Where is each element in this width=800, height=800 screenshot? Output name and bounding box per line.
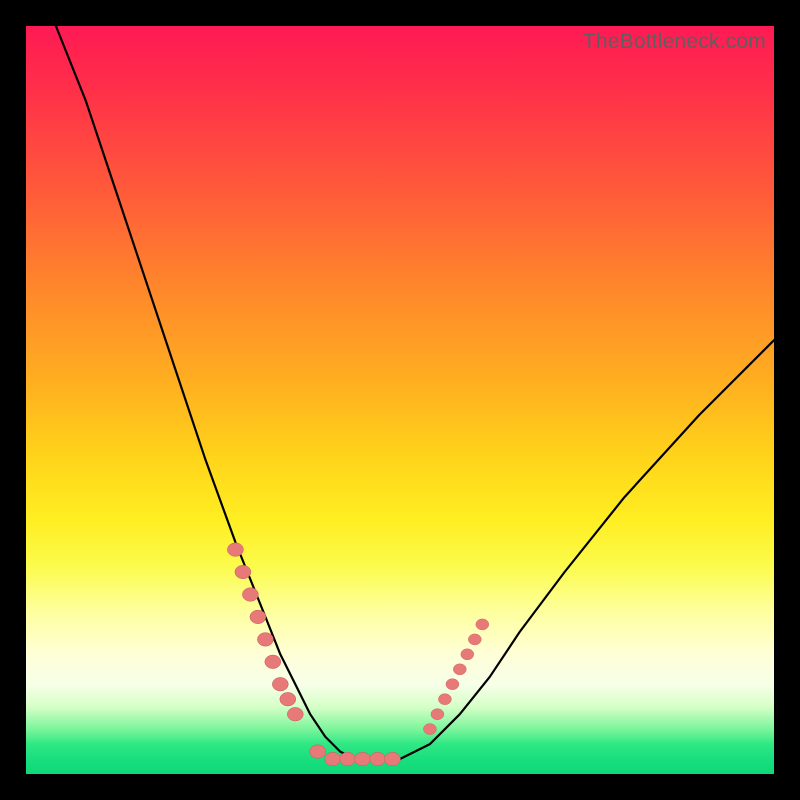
data-marker [431,709,444,720]
data-marker [265,655,281,669]
data-marker [446,679,459,690]
data-marker [280,692,296,706]
marker-cluster-left [227,543,303,721]
data-marker [438,694,451,705]
data-marker [272,677,288,691]
data-marker [453,664,466,675]
data-marker [287,707,303,721]
data-marker [385,752,401,766]
marker-cluster-bottom [310,745,401,766]
data-marker [370,752,386,766]
chart-plot-area: TheBottleneck.com [26,26,774,774]
data-marker [250,610,266,624]
data-marker [340,752,356,766]
data-marker [468,634,481,645]
data-marker [235,565,251,579]
data-marker [476,619,489,630]
data-marker [227,543,243,557]
data-marker [257,633,273,647]
data-marker [325,752,341,766]
data-marker [355,752,371,766]
chart-overlay-svg [26,26,774,774]
data-marker [461,649,474,660]
data-marker [423,724,436,735]
bottleneck-curve [56,26,774,759]
data-marker [310,745,326,759]
chart-frame: TheBottleneck.com [0,0,800,800]
data-marker [242,588,258,602]
